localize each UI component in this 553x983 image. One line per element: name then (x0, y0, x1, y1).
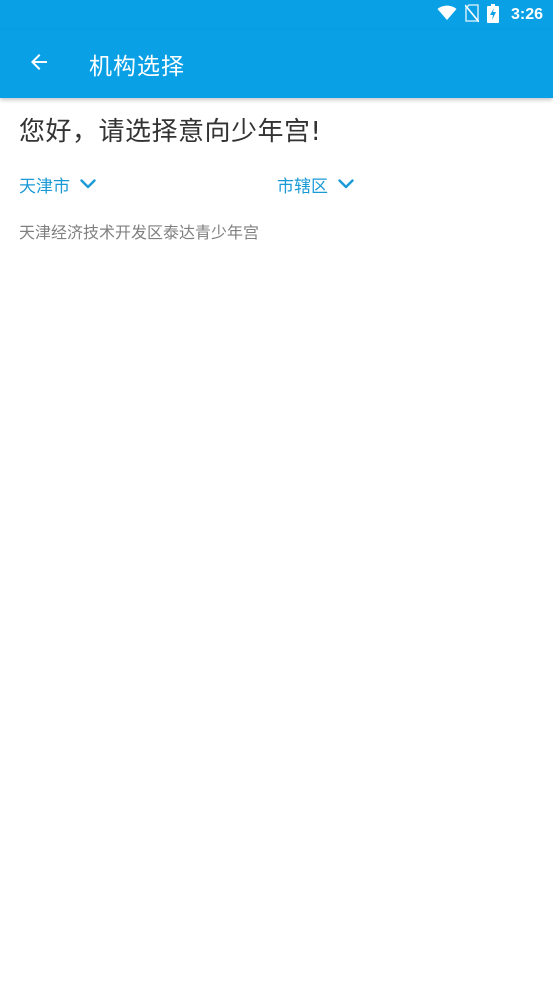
status-bar: 3:26 (0, 0, 553, 30)
district-dropdown-label: 市辖区 (277, 176, 328, 197)
city-dropdown[interactable]: 天津市 (19, 171, 96, 197)
arrow-back-icon (27, 50, 51, 78)
battery-charging-icon (486, 3, 499, 27)
wifi-icon (437, 5, 457, 25)
district-dropdown[interactable]: 市辖区 (277, 171, 354, 197)
status-icons: 3:26 (437, 0, 543, 30)
city-dropdown-label: 天津市 (19, 176, 70, 197)
chevron-down-icon (80, 179, 96, 189)
chevron-down-icon (338, 179, 354, 189)
app-bar: 机构选择 (0, 30, 553, 98)
no-sim-icon (464, 4, 480, 26)
back-button[interactable] (19, 44, 59, 84)
status-time: 3:26 (510, 6, 543, 23)
greeting-heading: 您好，请选择意向少年宫! (19, 117, 322, 147)
page-title: 机构选择 (89, 54, 185, 80)
organization-list: 天津经济技术开发区泰达青少年宫 (19, 220, 534, 246)
list-item[interactable]: 天津经济技术开发区泰达青少年宫 (19, 220, 534, 246)
organization-name: 天津经济技术开发区泰达青少年宫 (19, 223, 260, 242)
